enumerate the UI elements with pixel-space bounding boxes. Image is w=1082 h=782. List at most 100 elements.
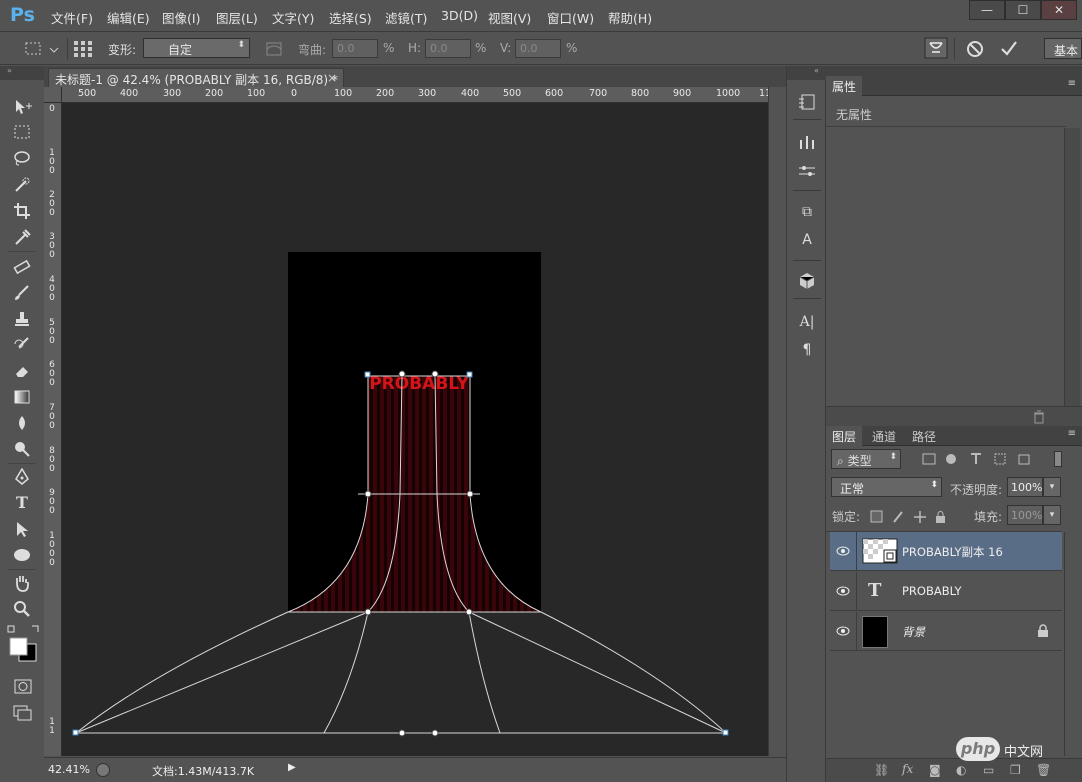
menu-file[interactable]: 文件(F) bbox=[51, 8, 93, 27]
status-info-icon[interactable] bbox=[96, 763, 110, 777]
warp-orientation-icon[interactable] bbox=[264, 40, 284, 58]
move-tool-icon[interactable] bbox=[13, 98, 33, 116]
tab-properties[interactable]: 属性 bbox=[826, 76, 863, 96]
history-panel-icon[interactable] bbox=[797, 93, 817, 113]
cancel-transform-icon[interactable] bbox=[965, 39, 985, 59]
fill-dropdown-icon[interactable]: ▾ bbox=[1043, 505, 1061, 525]
zoom-tool-icon[interactable] bbox=[13, 600, 31, 618]
type-tool-icon[interactable]: T bbox=[11, 493, 33, 513]
visibility-eye-icon[interactable] bbox=[836, 624, 850, 638]
h-distortion-input[interactable]: 0.0 bbox=[425, 39, 471, 58]
visibility-eye-icon[interactable] bbox=[836, 584, 850, 598]
3d-panel-icon[interactable] bbox=[797, 271, 817, 291]
menu-bar: Ps 文件(F) 编辑(E) 图像(I) 图层(L) 文字(Y) 选择(S) 滤… bbox=[0, 0, 1082, 32]
layer-row-probably-copy-16[interactable]: PROBABLY副本 16 bbox=[830, 532, 1062, 571]
adjustment-layer-icon[interactable]: ◐ bbox=[956, 763, 966, 777]
warp-style-dropdown[interactable]: 自定 ⬍ bbox=[143, 38, 250, 58]
menu-3d[interactable]: 3D(D) bbox=[441, 8, 478, 23]
fill-input[interactable]: 100% bbox=[1007, 505, 1043, 525]
status-menu-arrow-icon[interactable]: ▶ bbox=[288, 762, 296, 773]
menu-filter[interactable]: 滤镜(T) bbox=[385, 8, 427, 27]
brush-tool-icon[interactable] bbox=[13, 284, 31, 302]
close-tab-icon[interactable]: × bbox=[327, 71, 337, 85]
paragraph-panel-icon[interactable]: ¶ bbox=[797, 340, 817, 360]
lock-icons[interactable] bbox=[870, 510, 950, 524]
opacity-input[interactable]: 100% bbox=[1007, 477, 1043, 497]
pen-tool-icon[interactable] bbox=[13, 468, 31, 486]
filter-toggle[interactable] bbox=[1054, 451, 1062, 467]
new-layer-icon[interactable]: ❐ bbox=[1010, 763, 1021, 777]
ellipse-tool-icon[interactable] bbox=[13, 546, 31, 564]
eyedropper-tool-icon[interactable] bbox=[13, 228, 31, 246]
blend-mode-dropdown[interactable]: 正常 ⬍ bbox=[831, 477, 942, 497]
ruler-label: 0 bbox=[49, 208, 55, 218]
clone-stamp-tool-icon[interactable] bbox=[13, 310, 31, 328]
quick-selection-tool-icon[interactable] bbox=[13, 176, 31, 194]
blur-tool-icon[interactable] bbox=[13, 414, 31, 432]
workspace-switcher[interactable]: 基本 bbox=[1044, 38, 1082, 59]
history-brush-tool-icon[interactable] bbox=[13, 336, 31, 354]
menu-select[interactable]: 选择(S) bbox=[329, 8, 372, 27]
tab-paths[interactable]: 路径 bbox=[906, 426, 942, 446]
tab-layers[interactable]: 图层 bbox=[826, 426, 863, 446]
properties-scrollbar[interactable] bbox=[1064, 128, 1080, 406]
link-layers-icon[interactable]: ⛓ bbox=[874, 763, 889, 777]
commit-transform-icon[interactable] bbox=[999, 39, 1019, 59]
add-mask-icon[interactable]: ◙ bbox=[929, 763, 941, 777]
visibility-eye-icon[interactable] bbox=[836, 544, 850, 558]
layer-filter-icons[interactable] bbox=[921, 452, 1041, 466]
tab-channels[interactable]: 通道 bbox=[866, 426, 902, 446]
layer-row-background[interactable]: 背景 bbox=[830, 612, 1062, 651]
delete-layer-icon[interactable]: 🗑 bbox=[1036, 763, 1051, 777]
screen-mode-icon[interactable] bbox=[12, 704, 34, 722]
canvas-pasteboard[interactable]: PROBABLY bbox=[62, 103, 768, 756]
menu-type[interactable]: 文字(Y) bbox=[272, 8, 314, 27]
menu-help[interactable]: 帮助(H) bbox=[608, 8, 652, 27]
layers-scrollbar[interactable] bbox=[1064, 532, 1080, 756]
new-group-icon[interactable]: ▭ bbox=[983, 763, 994, 777]
marquee-tool-icon[interactable] bbox=[13, 124, 31, 140]
layer-row-probably[interactable]: T PROBABLY bbox=[830, 572, 1062, 611]
character-styles-icon[interactable]: A bbox=[797, 230, 817, 250]
v-distortion-input[interactable]: 0.0 bbox=[515, 39, 561, 58]
layer-filter-dropdown[interactable]: ⌕ 类型 ⬍ bbox=[831, 449, 901, 469]
ruler-label: 0 bbox=[49, 293, 55, 303]
document-tab-title: 未标题-1 @ 42.4% (PROBABLY 副本 16, RGB/8) * bbox=[55, 73, 338, 87]
trash-icon[interactable] bbox=[1032, 410, 1046, 424]
close-window-button[interactable]: ✕ bbox=[1041, 0, 1077, 20]
menu-view[interactable]: 视图(V) bbox=[488, 8, 531, 27]
warp-tool-icon[interactable] bbox=[24, 40, 60, 58]
zoom-level[interactable]: 42.41% bbox=[48, 763, 90, 776]
reference-point-icon[interactable] bbox=[73, 40, 93, 58]
maximize-button[interactable]: ☐ bbox=[1005, 0, 1041, 20]
bend-input[interactable]: 0.0 bbox=[332, 39, 378, 58]
brush-presets-icon[interactable] bbox=[797, 132, 817, 152]
document-tab[interactable]: 未标题-1 @ 42.4% (PROBABLY 副本 16, RGB/8) * … bbox=[48, 68, 344, 87]
opacity-dropdown-icon[interactable]: ▾ bbox=[1043, 477, 1061, 497]
menu-layer[interactable]: 图层(L) bbox=[216, 8, 258, 27]
document-vertical-scrollbar[interactable] bbox=[768, 87, 784, 756]
canvas-artwork[interactable]: PROBABLY bbox=[62, 103, 768, 756]
menu-image[interactable]: 图像(I) bbox=[162, 8, 200, 27]
ruler-origin[interactable] bbox=[44, 87, 62, 103]
dodge-tool-icon[interactable] bbox=[13, 440, 31, 458]
minimize-button[interactable]: — bbox=[969, 0, 1005, 20]
brush-panel-icon[interactable] bbox=[797, 162, 817, 182]
menu-edit[interactable]: 编辑(E) bbox=[107, 8, 150, 27]
toggle-warp-icon[interactable] bbox=[924, 37, 948, 59]
spot-healing-tool-icon[interactable] bbox=[13, 258, 31, 276]
fx-icon[interactable]: fx bbox=[902, 762, 913, 776]
gradient-tool-icon[interactable] bbox=[13, 388, 31, 406]
hand-tool-icon[interactable] bbox=[13, 574, 31, 592]
layers-panel-menu-icon[interactable]: ≡ bbox=[1068, 428, 1076, 439]
quick-mask-icon[interactable] bbox=[13, 678, 33, 696]
lasso-tool-icon[interactable] bbox=[13, 150, 31, 166]
character-panel-icon[interactable]: A| bbox=[797, 312, 817, 332]
eraser-tool-icon[interactable] bbox=[13, 362, 31, 380]
crop-tool-icon[interactable] bbox=[13, 202, 31, 220]
menu-window[interactable]: 窗口(W) bbox=[547, 8, 594, 27]
path-selection-tool-icon[interactable] bbox=[13, 520, 31, 538]
paragraph-styles-icon[interactable]: ⧉ bbox=[797, 202, 817, 222]
panel-menu-icon[interactable]: ≡ bbox=[1068, 78, 1076, 89]
color-swatches[interactable] bbox=[6, 624, 40, 672]
